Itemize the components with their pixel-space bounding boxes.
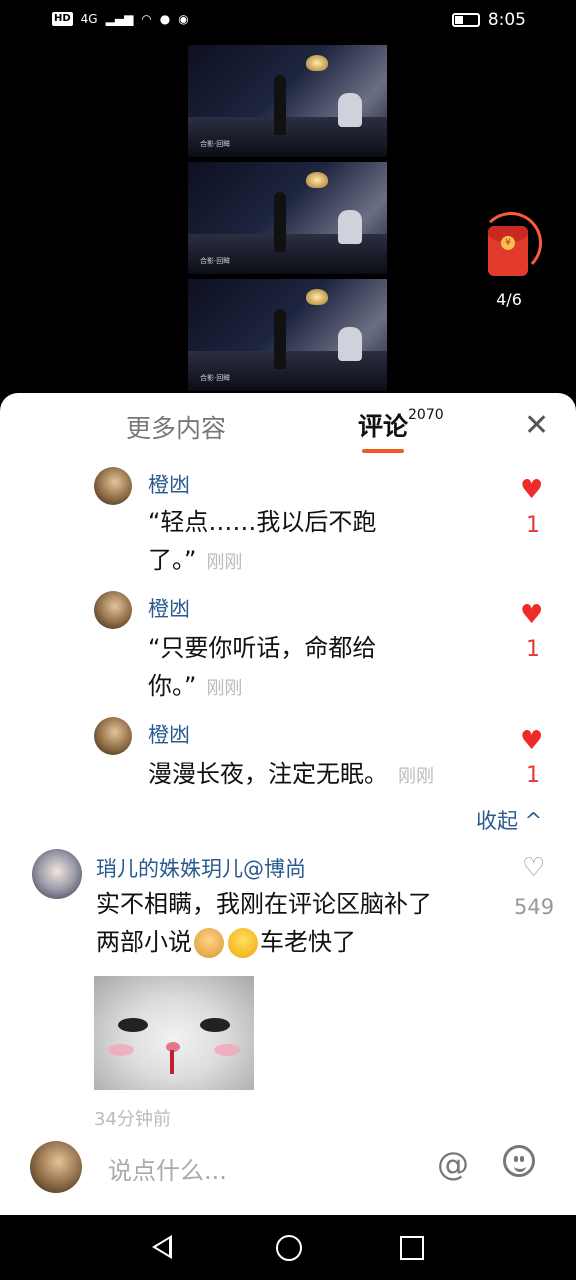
signal-icon: ▂▄▆ [105, 12, 134, 26]
chandelier-icon [306, 172, 328, 188]
video-frame-3[interactable]: 合影·回眸 [188, 279, 387, 391]
browser-icon: ◉ [178, 12, 189, 26]
video-caption: 合影·回眸 [200, 257, 231, 265]
back-icon[interactable] [152, 1235, 172, 1259]
red-packet-icon[interactable]: ¥ [488, 226, 528, 276]
reply-text-line: “轻点……我以后不跑 [148, 508, 377, 536]
reply-text-line: 你。” [148, 672, 197, 700]
reply-username[interactable]: 橙凼 [148, 593, 190, 623]
comment-input[interactable]: 说点什么... [108, 1151, 227, 1186]
avatar[interactable] [32, 849, 82, 899]
tab-bar: 更多内容 评论2070 ✕ [0, 393, 576, 455]
heart-outline-icon[interactable]: ♡ [522, 853, 545, 883]
reply-time: 刚刚 [398, 766, 434, 787]
comment-sheet: 更多内容 评论2070 ✕ 橙凼 “轻点……我以后不跑 了。” 刚刚 ♥ 1 橙凼… [0, 393, 576, 1215]
heart-icon[interactable]: ♥ [520, 475, 543, 505]
tab-comments[interactable]: 评论2070 [358, 407, 444, 443]
reply-text-line: 漫漫长夜，注定无眠。 [148, 760, 388, 788]
video-frame-1[interactable]: 合影·回眸 [188, 45, 387, 157]
chandelier-icon [306, 55, 328, 71]
tab-comments-label: 评论 [358, 412, 409, 441]
reply-username[interactable]: 橙凼 [148, 719, 190, 749]
doge-emoji-icon [194, 928, 224, 958]
like-count: 549 [514, 895, 555, 919]
avatar[interactable] [94, 591, 132, 629]
video-caption: 合影·回眸 [200, 374, 231, 382]
reply-text: “轻点……我以后不跑 了。” 刚刚 [148, 503, 376, 582]
reply-text-line: “只要你听话，命都给 [148, 634, 377, 662]
status-left: HD 4G ▂▄▆ ◠ ● ◉ [52, 12, 189, 26]
comments-count: 2070 [408, 407, 444, 423]
heart-icon[interactable]: ♥ [520, 726, 543, 756]
reply-text-line: 了。” [148, 546, 197, 574]
status-bar: HD 4G ▂▄▆ ◠ ● ◉ 8:05 [0, 0, 576, 42]
chandelier-icon [306, 289, 328, 305]
reply-time: 刚刚 [206, 678, 243, 699]
reply-text: “只要你听话，命都给 你。” 刚刚 [148, 629, 376, 708]
heart-icon[interactable]: ♥ [520, 600, 543, 630]
recent-apps-icon[interactable] [400, 1236, 424, 1260]
comment-time: 34分钟前 [94, 1109, 171, 1130]
comment-image[interactable] [94, 976, 254, 1090]
comment-text-line: 车老快了 [260, 928, 356, 956]
network-label: 4G [80, 12, 98, 26]
red-packet-progress: 4/6 [496, 290, 522, 309]
comment-text: 实不相瞒，我刚在评论区脑补了 两部小说 车老快了 [96, 885, 506, 961]
avatar [30, 1141, 82, 1193]
like-count: 1 [526, 637, 540, 662]
like-count: 1 [526, 763, 540, 788]
sneeze-emoji-icon [228, 928, 258, 958]
hd-badge: HD [52, 12, 73, 26]
qq-icon: ● [159, 12, 171, 26]
tab-more-content[interactable]: 更多内容 [126, 409, 226, 445]
video-caption: 合影·回眸 [200, 140, 231, 148]
like-count: 1 [526, 513, 540, 538]
wifi-icon: ◠ [141, 12, 152, 26]
comment-username[interactable]: 琑儿的姝姝玥儿@博尚 [96, 853, 306, 883]
status-right: 8:05 [451, 10, 526, 30]
reply-time: 刚刚 [206, 552, 243, 573]
at-mention-icon[interactable]: @ [437, 1145, 469, 1183]
clock: 8:05 [487, 10, 526, 30]
comment-text-line: 实不相瞒，我刚在评论区脑补了 [96, 890, 432, 918]
active-tab-indicator [362, 449, 404, 453]
close-icon[interactable]: ✕ [524, 411, 549, 441]
reply-username[interactable]: 橙凼 [148, 469, 190, 499]
collapse-replies-button[interactable]: 收起 ^ [476, 805, 542, 835]
home-icon[interactable] [276, 1235, 302, 1261]
avatar[interactable] [94, 717, 132, 755]
avatar[interactable] [94, 467, 132, 505]
reply-text: 漫漫长夜，注定无眠。 刚刚 [148, 755, 434, 796]
video-frame-2[interactable]: 合影·回眸 [188, 162, 387, 274]
battery-icon [451, 13, 480, 27]
emoji-icon[interactable] [503, 1145, 535, 1177]
comment-text-line: 两部小说 [96, 928, 192, 956]
system-nav-bar [0, 1215, 576, 1280]
comment-input-bar: 说点什么... @ [0, 1135, 576, 1215]
